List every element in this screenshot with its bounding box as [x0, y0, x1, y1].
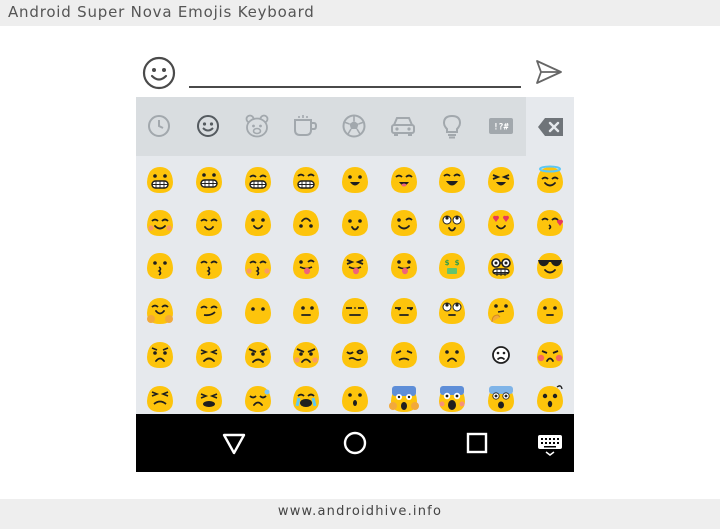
home-icon[interactable]	[341, 429, 369, 457]
blush-smile-emoji-icon[interactable]	[145, 208, 175, 238]
keyboard-icon[interactable]	[536, 429, 564, 457]
smile-plain-emoji-icon[interactable]	[340, 208, 370, 238]
expressionless-emoji-icon[interactable]	[340, 296, 370, 326]
tab-symbols[interactable]: !?#	[487, 112, 515, 140]
tab-travel[interactable]	[389, 112, 417, 140]
tired-emoji-icon[interactable]	[389, 340, 419, 370]
bear-icon	[245, 114, 269, 138]
money-mouth-emoji-icon[interactable]: $ $	[437, 251, 467, 281]
squinting-tongue-emoji-icon[interactable]	[340, 251, 370, 281]
svg-text:$: $	[445, 259, 450, 267]
clock-icon	[148, 115, 170, 137]
bottom-banner: www.androidhive.info	[0, 499, 720, 529]
back-icon[interactable]	[220, 429, 248, 457]
symbols-label: !?#	[493, 123, 509, 133]
hugging-emoji-icon[interactable]	[145, 296, 175, 326]
winking-emoji-icon[interactable]	[389, 208, 419, 238]
smirk-emoji-icon[interactable]	[194, 296, 224, 326]
frowning-outline-emoji-icon[interactable]	[486, 340, 516, 370]
kissing-emoji-icon[interactable]	[145, 251, 175, 281]
grinning-teeth-emoji-icon[interactable]	[145, 165, 175, 195]
screaming-emoji-icon[interactable]	[437, 384, 467, 414]
eye-roll-up-emoji-icon[interactable]	[437, 296, 467, 326]
lightbulb-icon	[442, 114, 462, 139]
halo-smile-emoji-icon[interactable]	[535, 165, 565, 195]
flushed-red-emoji-icon[interactable]	[535, 340, 565, 370]
rolling-eyes-emoji-icon[interactable]	[437, 208, 467, 238]
relieved-emoji-icon[interactable]	[194, 208, 224, 238]
emoji-keyboard: !?# $ $	[136, 97, 574, 472]
category-tabs: !?#	[136, 97, 574, 156]
soccer-ball-icon	[342, 114, 366, 138]
no-mouth-emoji-icon[interactable]	[243, 296, 273, 326]
recents-icon[interactable]	[463, 429, 491, 457]
thinking-emoji-icon[interactable]	[486, 296, 516, 326]
emoji-toggle-icon[interactable]	[142, 56, 176, 90]
astonished-emoji-icon[interactable]	[535, 384, 565, 414]
grinning-squint-emoji-icon[interactable]	[243, 165, 273, 195]
tab-activity[interactable]	[340, 112, 368, 140]
smiley-icon	[197, 115, 219, 137]
slight-smile-emoji-icon[interactable]	[243, 208, 273, 238]
hushed-emoji-icon[interactable]	[340, 384, 370, 414]
backspace-button[interactable]	[526, 97, 574, 156]
persevering-emoji-icon[interactable]	[194, 340, 224, 370]
disappointed-relieved-emoji-icon[interactable]	[243, 384, 273, 414]
compose-row	[136, 48, 574, 96]
cup-icon	[294, 115, 318, 136]
worried-emoji-icon[interactable]	[145, 340, 175, 370]
tab-objects[interactable]	[438, 112, 466, 140]
fearful-hands-emoji-icon[interactable]	[389, 384, 419, 414]
grimacing-emoji-icon[interactable]	[194, 165, 224, 195]
navigation-bar	[136, 414, 574, 472]
symbols-icon: !?#	[489, 118, 513, 134]
winking-tongue-emoji-icon[interactable]	[291, 251, 321, 281]
smiling-open-eyes-emoji-icon[interactable]	[389, 165, 419, 195]
smiling-open-emoji-icon[interactable]	[340, 165, 370, 195]
pouting-emoji-icon[interactable]	[291, 340, 321, 370]
tab-recent[interactable]	[145, 112, 173, 140]
car-icon	[391, 117, 415, 136]
kissing-heart-emoji-icon[interactable]	[535, 208, 565, 238]
tongue-out-emoji-icon[interactable]	[389, 251, 419, 281]
laughing-closed-emoji-icon[interactable]	[437, 165, 467, 195]
unamused-emoji-icon[interactable]	[389, 296, 419, 326]
upside-down-emoji-icon[interactable]	[291, 208, 321, 238]
anxious-sweat-emoji-icon[interactable]	[486, 384, 516, 414]
kissing-closed-eyes-emoji-icon[interactable]	[243, 251, 273, 281]
message-input[interactable]	[189, 56, 521, 88]
banner-title: Android Super Nova Emojis Keyboard	[8, 3, 315, 21]
top-banner: Android Super Nova Emojis Keyboard	[0, 0, 720, 26]
neutral-side-emoji-icon[interactable]	[291, 296, 321, 326]
tab-people[interactable]	[194, 112, 222, 140]
crying-loud-emoji-icon[interactable]	[291, 384, 321, 414]
frowning-emoji-icon[interactable]	[437, 340, 467, 370]
tab-food[interactable]	[291, 112, 319, 140]
tab-nature[interactable]	[243, 112, 271, 140]
svg-text:$: $	[455, 259, 460, 267]
confounded-emoji-icon[interactable]	[340, 340, 370, 370]
weary-emoji-icon[interactable]	[145, 384, 175, 414]
squinting-tongue-wink-emoji-icon[interactable]	[486, 165, 516, 195]
send-icon[interactable]	[535, 59, 563, 85]
angry-emoji-icon[interactable]	[243, 340, 273, 370]
triumph-emoji-icon[interactable]	[194, 384, 224, 414]
backspace-icon	[538, 118, 563, 136]
footer-url: www.androidhive.info	[277, 504, 443, 519]
kissing-smiling-eyes-emoji-icon[interactable]	[194, 251, 224, 281]
cool-sunglasses-emoji-icon[interactable]	[535, 251, 565, 281]
beaming-grin-emoji-icon[interactable]	[291, 165, 321, 195]
emoji-grid: $ $	[136, 156, 574, 414]
flat-smile-emoji-icon[interactable]	[535, 296, 565, 326]
heart-eyes-emoji-icon[interactable]	[486, 208, 516, 238]
nerd-glasses-emoji-icon[interactable]	[486, 251, 516, 281]
